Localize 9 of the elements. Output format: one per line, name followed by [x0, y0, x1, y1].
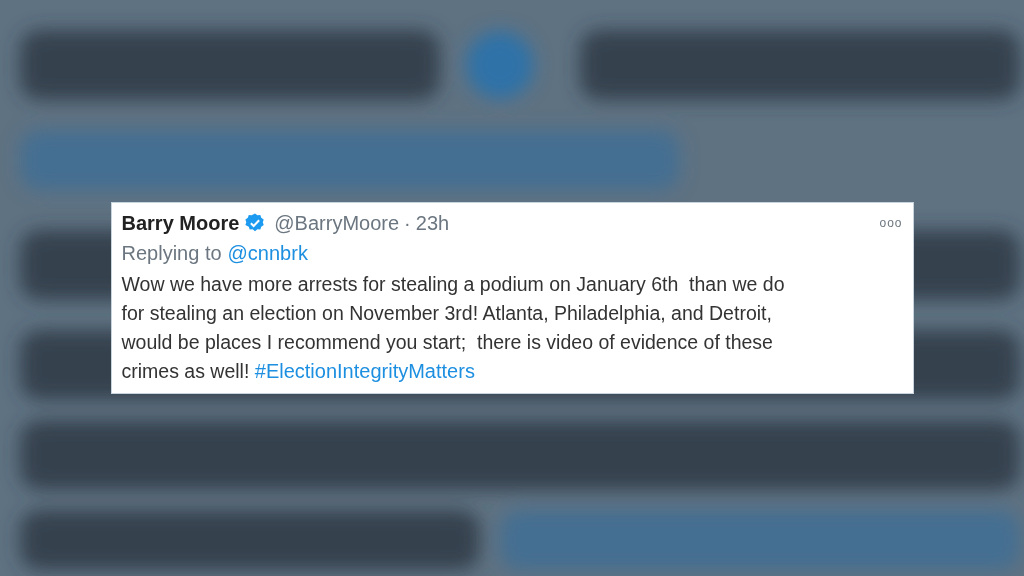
mention-link[interactable]: @cnnbrk — [227, 241, 308, 265]
tweet-text: Wow we have more arrests for stealing a podium on January 6th than we do for stealing an election on November 3rd! Atlanta, Philadelphia, and Detroit, would be places I recommend you start; there is video of evidence of these crimes as well! #ElectionIntegrityMatters — [121, 272, 786, 384]
hashtag-link[interactable]: #ElectionIntegrityMatters — [254, 360, 475, 382]
author-handle[interactable]: @BarryMoore — [274, 211, 400, 235]
separator: · — [404, 211, 411, 235]
more-options[interactable]: ooo — [879, 216, 903, 230]
replying-label: Replying to — [121, 241, 222, 265]
timestamp[interactable]: 23h — [415, 211, 450, 235]
author-name[interactable]: Barry Moore — [121, 211, 240, 235]
